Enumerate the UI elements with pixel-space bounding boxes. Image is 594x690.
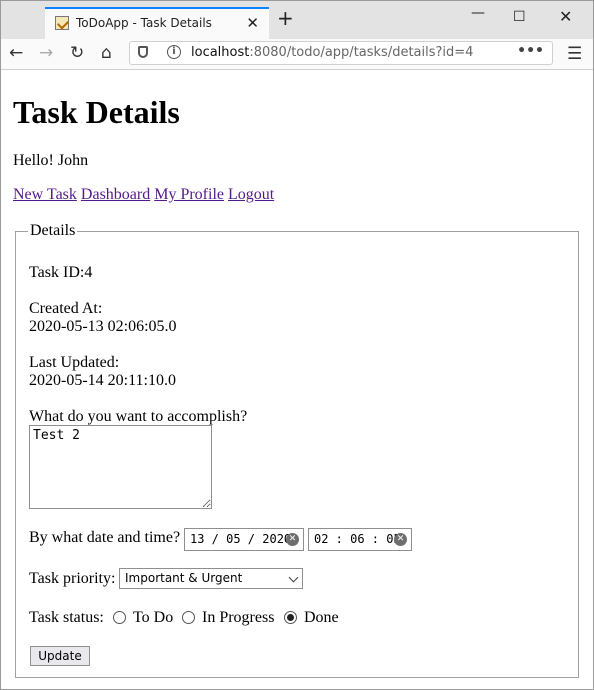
clear-time-icon[interactable]: ✕ <box>394 533 407 546</box>
details-legend: Details <box>30 222 76 239</box>
maximize-icon[interactable]: ☐ <box>513 9 526 25</box>
clear-date-icon[interactable]: ✕ <box>286 533 299 546</box>
hamburger-menu-icon[interactable]: ☰ <box>567 44 582 64</box>
task-id: Task ID:4 <box>29 264 92 282</box>
created-at-label: Created At: <box>29 300 103 317</box>
tab-bar: ToDoApp - Task Details ✕ + — ☐ ✕ <box>1 1 593 39</box>
page-title: Task Details <box>13 94 180 130</box>
nav-links: New Task Dashboard My Profile Logout <box>13 186 274 204</box>
back-icon[interactable]: ← <box>9 43 23 63</box>
status-radio-todo[interactable] <box>113 611 126 624</box>
due-time-value: 02 : 06 : 05 <box>314 532 401 546</box>
last-updated-value: 2020-05-14 20:11:10.0 <box>29 372 176 389</box>
greeting: Hello! John <box>13 152 89 169</box>
description-textarea[interactable]: Test 2 <box>29 425 212 509</box>
minimize-icon[interactable]: — <box>471 5 485 21</box>
status-radio-in-progress[interactable] <box>182 611 195 624</box>
navigation-bar: ← → ↻ ⌂ i localhost:8080/todo/app/tasks/… <box>1 39 593 70</box>
home-icon[interactable]: ⌂ <box>101 43 112 63</box>
close-window-icon[interactable]: ✕ <box>559 7 572 26</box>
browser-tab[interactable]: ToDoApp - Task Details ✕ <box>45 7 269 39</box>
dashboard-link[interactable]: Dashboard <box>81 186 150 203</box>
priority-value: Important & Urgent <box>125 571 243 585</box>
my-profile-link[interactable]: My Profile <box>154 186 224 203</box>
status-radio-done[interactable] <box>284 611 297 624</box>
status-label-in-progress: In Progress <box>202 609 275 626</box>
priority-label: Task priority: <box>29 570 116 587</box>
last-updated-label: Last Updated: <box>29 354 120 371</box>
due-time-input[interactable]: 02 : 06 : 05 ✕ <box>308 528 412 551</box>
chevron-down-icon <box>288 572 299 583</box>
close-tab-icon[interactable]: ✕ <box>246 14 259 32</box>
status-label: Task status: <box>29 609 104 626</box>
app-favicon-icon <box>55 16 69 30</box>
status-label-done: Done <box>304 609 339 626</box>
logout-link[interactable]: Logout <box>228 186 274 203</box>
address-bar[interactable]: i localhost:8080/todo/app/tasks/details?… <box>129 41 553 65</box>
url-text[interactable]: localhost:8080/todo/app/tasks/details?id… <box>191 45 473 60</box>
reload-icon[interactable]: ↻ <box>70 43 84 63</box>
task-id-label: Task ID: <box>29 264 85 281</box>
new-tab-icon[interactable]: + <box>277 6 294 30</box>
update-button[interactable]: Update <box>30 646 90 666</box>
new-task-link[interactable]: New Task <box>13 186 77 203</box>
forward-icon[interactable]: → <box>39 43 53 63</box>
created-at-value: 2020-05-13 02:06:05.0 <box>29 318 177 335</box>
due-date-input[interactable]: 13 / 05 / 2020 ✕ <box>184 528 304 551</box>
task-id-value: 4 <box>84 264 93 281</box>
site-info-icon[interactable]: i <box>167 45 181 59</box>
tracking-shield-icon[interactable] <box>138 46 148 58</box>
description-label: What do you want to accomplish? <box>29 408 248 425</box>
status-label-todo: To Do <box>133 609 174 626</box>
due-date-label: By what date and time? <box>29 529 181 546</box>
tab-title: ToDoApp - Task Details <box>76 16 212 30</box>
page-content: Task Details Hello! John New Task Dashbo… <box>1 70 593 689</box>
due-date-value: 13 / 05 / 2020 <box>190 532 292 546</box>
page-actions-icon[interactable]: ••• <box>517 43 544 59</box>
priority-select[interactable]: Important & Urgent <box>119 568 303 589</box>
browser-window: ToDoApp - Task Details ✕ + — ☐ ✕ ← → ↻ ⌂… <box>0 0 594 690</box>
